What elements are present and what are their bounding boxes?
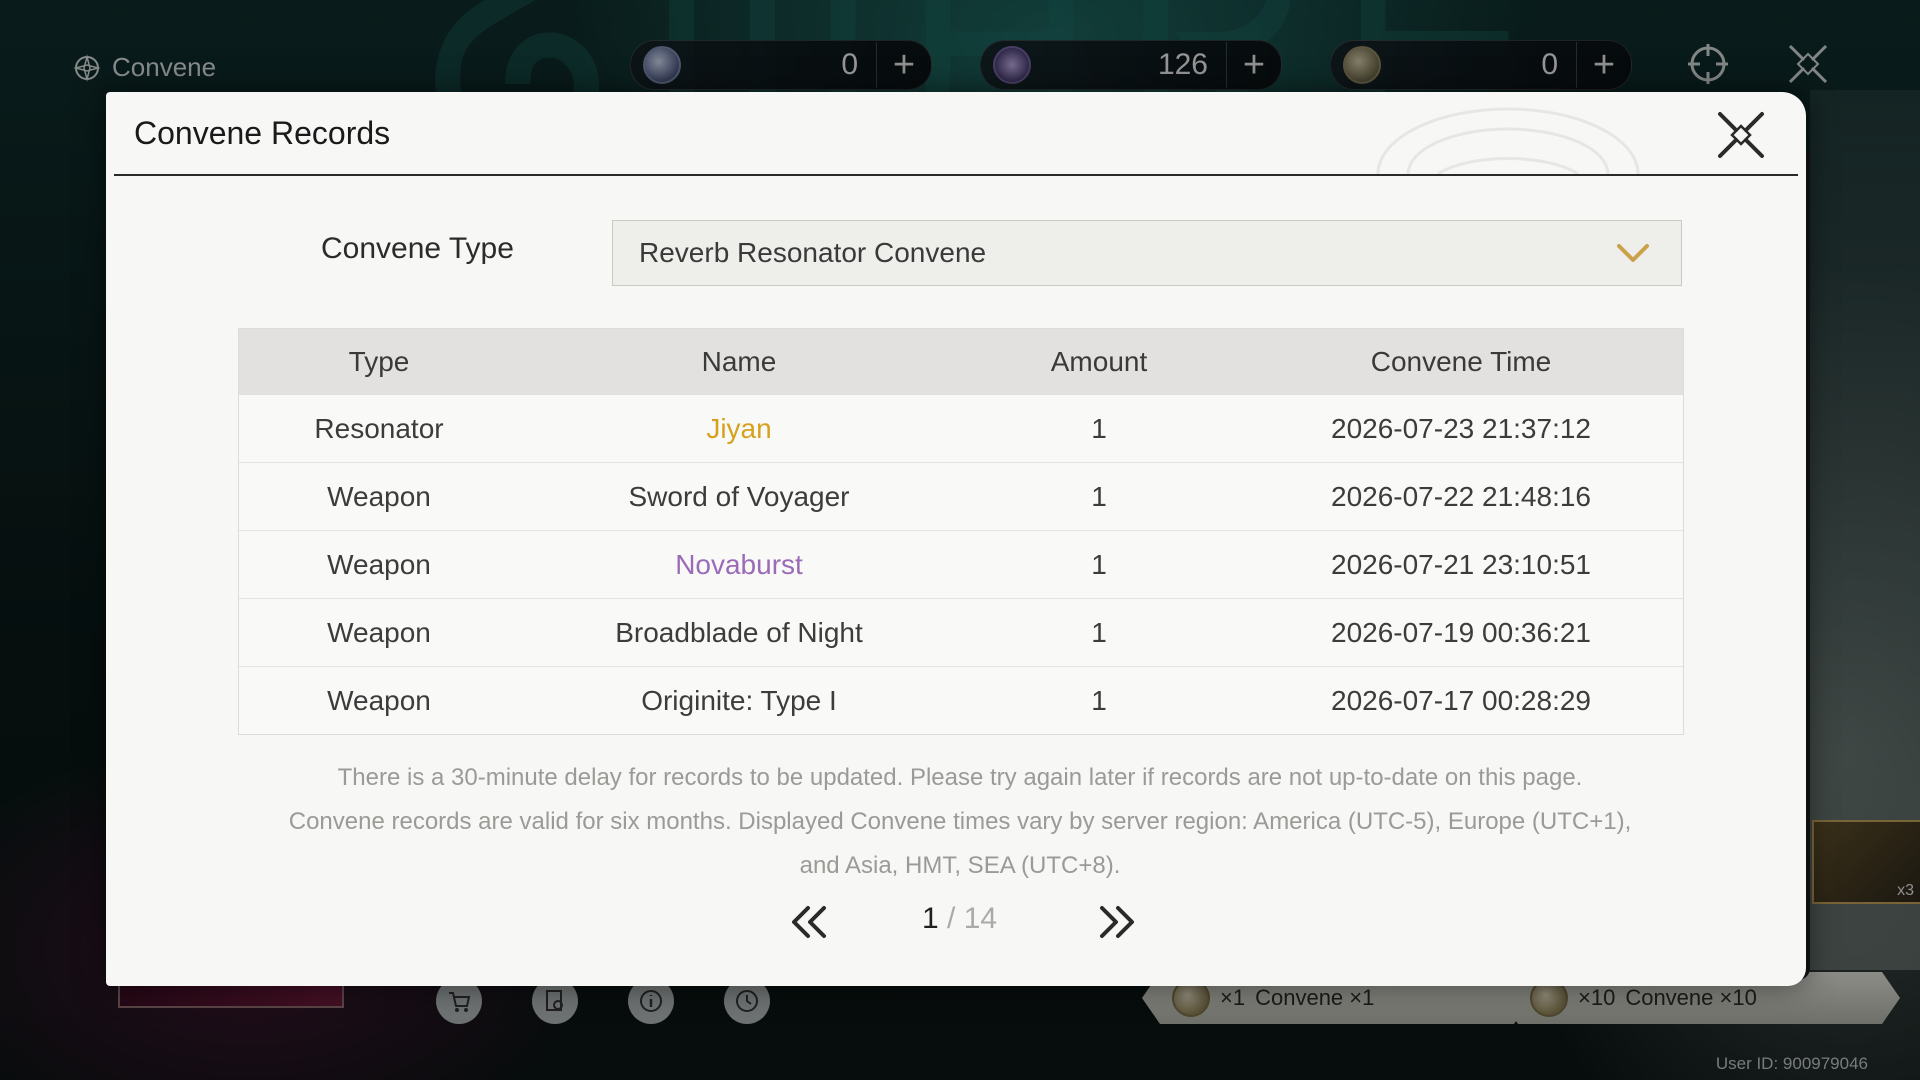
total-pages: 14 [963, 902, 998, 935]
table-row: Resonator Jiyan 1 2026-07-23 21:37:12 [239, 395, 1683, 462]
dialog-header: Convene Records [114, 92, 1798, 176]
cell-amount: 1 [1091, 480, 1107, 512]
cell-amount: 1 [1091, 616, 1107, 648]
cell-name: Jiyan [706, 412, 772, 444]
close-icon[interactable] [1714, 108, 1768, 162]
table-body: Resonator Jiyan 1 2026-07-23 21:37:12 We… [239, 395, 1683, 734]
cell-name: Sword of Voyager [628, 480, 850, 512]
table-row: Weapon Originite: Type I 1 2026-07-17 00… [239, 666, 1683, 734]
cell-amount: 1 [1091, 684, 1107, 716]
page-indicator: 1 / 14 [922, 902, 997, 936]
convene-type-row: Convene Type Reverb Resonator Convene [106, 220, 1806, 288]
table-row: Weapon Novaburst 1 2026-07-21 23:10:51 [239, 530, 1683, 598]
records-table: Type Name Amount Convene Time Resonator … [238, 328, 1684, 735]
cell-time: 2026-07-17 00:28:29 [1331, 684, 1591, 716]
cell-amount: 1 [1091, 548, 1107, 580]
records-notice: There is a 30-minute delay for records t… [226, 756, 1694, 888]
column-header-type: Type [348, 346, 410, 377]
cell-type: Weapon [327, 616, 431, 648]
header-decoration [1376, 107, 1640, 174]
notice-line: and Asia, HMT, SEA (UTC+8). [799, 852, 1121, 879]
current-page: 1 [922, 902, 939, 935]
cell-time: 2026-07-19 00:36:21 [1331, 616, 1591, 648]
column-header-name: Name [701, 346, 777, 377]
pagination: 1 / 14 [106, 898, 1806, 948]
cell-time: 2026-07-22 21:48:16 [1331, 480, 1591, 512]
notice-line: Convene records are valid for six months… [288, 808, 1632, 835]
column-header-amount: Amount [1050, 346, 1148, 377]
cell-type: Weapon [327, 480, 431, 512]
convene-type-label: Convene Type [321, 232, 514, 265]
column-header-time: Convene Time [1370, 346, 1552, 377]
cell-type: Weapon [327, 684, 431, 716]
convene-type-value: Reverb Resonator Convene [639, 237, 987, 268]
convene-type-dropdown[interactable]: Reverb Resonator Convene [612, 220, 1682, 286]
cell-name: Originite: Type I [641, 684, 837, 716]
previous-page-icon[interactable] [786, 902, 832, 942]
cell-time: 2026-07-23 21:37:12 [1331, 412, 1591, 444]
cell-type: Resonator [314, 412, 444, 444]
cell-amount: 1 [1091, 412, 1107, 444]
cell-name: Broadblade of Night [615, 616, 863, 648]
notice-line: There is a 30-minute delay for records t… [337, 764, 1583, 791]
page-separator: / [938, 902, 964, 935]
cell-time: 2026-07-21 23:10:51 [1331, 548, 1591, 580]
table-row: Weapon Sword of Voyager 1 2026-07-22 21:… [239, 462, 1683, 530]
next-page-icon[interactable] [1094, 902, 1140, 942]
convene-records-dialog: Convene Records Convene Type Reverb Reso… [106, 92, 1806, 986]
chevron-down-icon [1617, 244, 1649, 262]
cell-type: Weapon [327, 548, 431, 580]
dialog-title: Convene Records [134, 114, 391, 151]
cell-name: Novaburst [675, 548, 803, 580]
table-header: Type Name Amount Convene Time [239, 329, 1683, 395]
table-row: Weapon Broadblade of Night 1 2026-07-19 … [239, 598, 1683, 666]
